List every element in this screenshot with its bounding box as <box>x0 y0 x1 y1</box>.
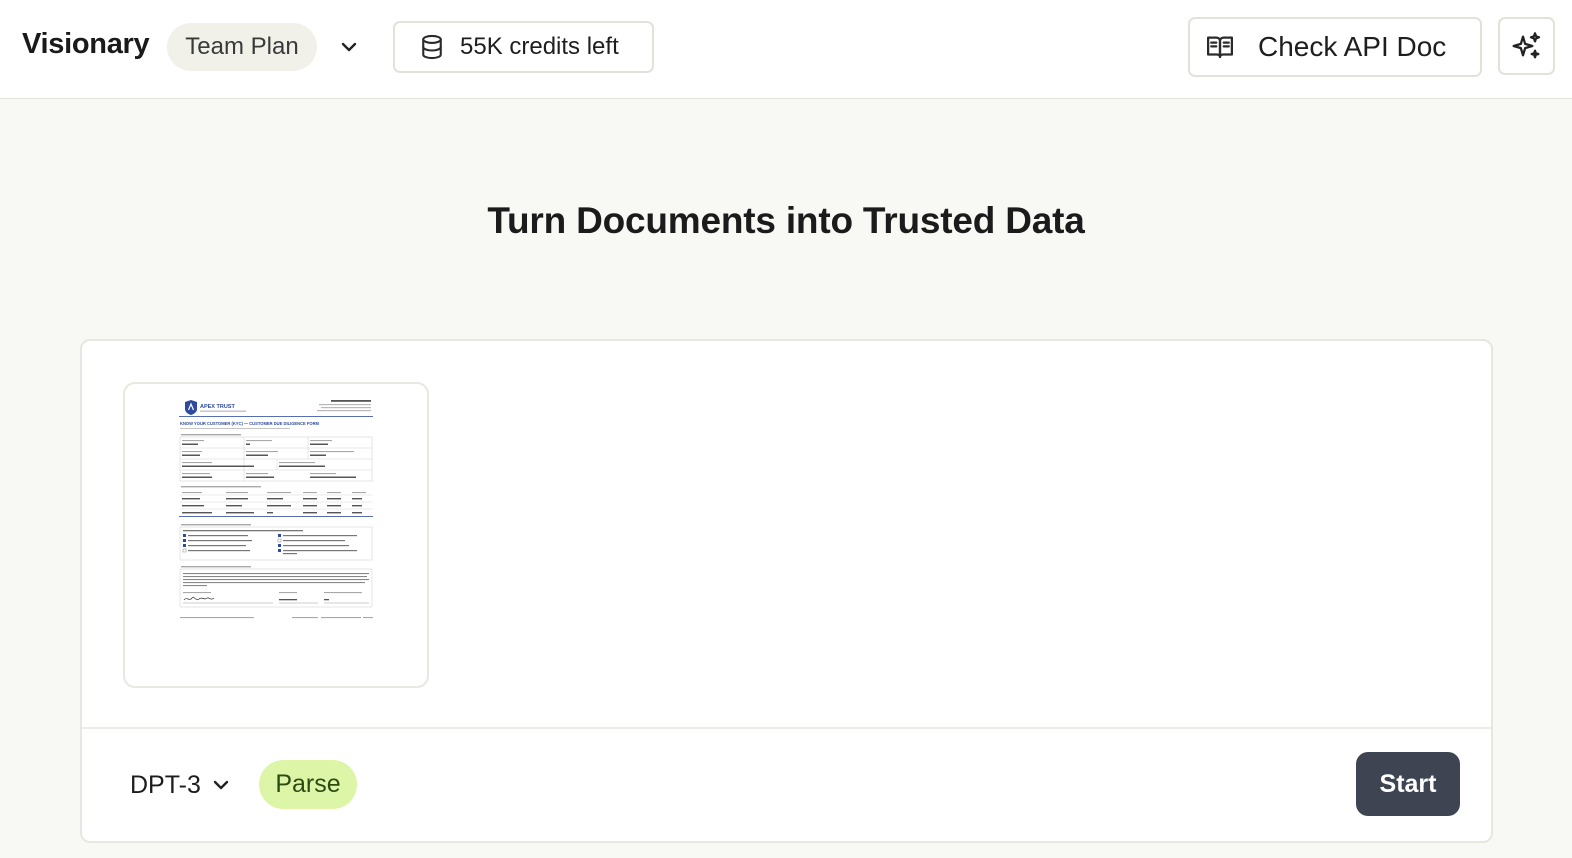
upload-card: APEX TRUST KNOW YOUR CUSTOMER (KYC) — CU… <box>80 339 1493 843</box>
doc-form-title: KNOW YOUR CUSTOMER (KYC) — CUSTOMER DUE … <box>180 421 320 426</box>
top-bar: Visionary Team Plan 55K credits left Che… <box>0 0 1572 99</box>
model-label: DPT-3 <box>130 770 201 799</box>
assistant-button[interactable] <box>1498 17 1555 75</box>
mode-parse-chip[interactable]: Parse <box>259 760 357 809</box>
page-headline: Turn Documents into Trusted Data <box>487 200 1085 241</box>
check-api-doc-button[interactable]: Check API Doc <box>1188 17 1482 77</box>
card-divider <box>82 727 1491 729</box>
credits-button[interactable]: 55K credits left <box>393 21 654 73</box>
credits-label: 55K credits left <box>460 33 619 60</box>
plan-label: Team Plan <box>185 33 299 60</box>
document-preview-graphic: APEX TRUST KNOW YOUR CUSTOMER (KYC) — CU… <box>179 400 373 619</box>
database-icon <box>417 32 447 62</box>
chevron-down-icon <box>211 778 231 792</box>
sparkles-icon <box>1512 32 1540 59</box>
chevron-down-icon <box>341 42 357 52</box>
open-book-icon <box>1204 31 1236 63</box>
mode-label: Parse <box>275 770 341 798</box>
plan-dropdown-toggle[interactable] <box>336 32 362 62</box>
plan-badge[interactable]: Team Plan <box>167 23 317 71</box>
document-preview: APEX TRUST KNOW YOUR CUSTOMER (KYC) — CU… <box>179 398 375 624</box>
start-button[interactable]: Start <box>1356 752 1460 816</box>
document-thumbnail[interactable]: APEX TRUST KNOW YOUR CUSTOMER (KYC) — CU… <box>123 382 429 688</box>
brand-name[interactable]: Visionary <box>22 28 150 61</box>
doc-logo-text: APEX TRUST <box>200 404 235 410</box>
model-selector[interactable]: DPT-3 <box>130 768 231 802</box>
api-doc-label: Check API Doc <box>1258 31 1447 62</box>
